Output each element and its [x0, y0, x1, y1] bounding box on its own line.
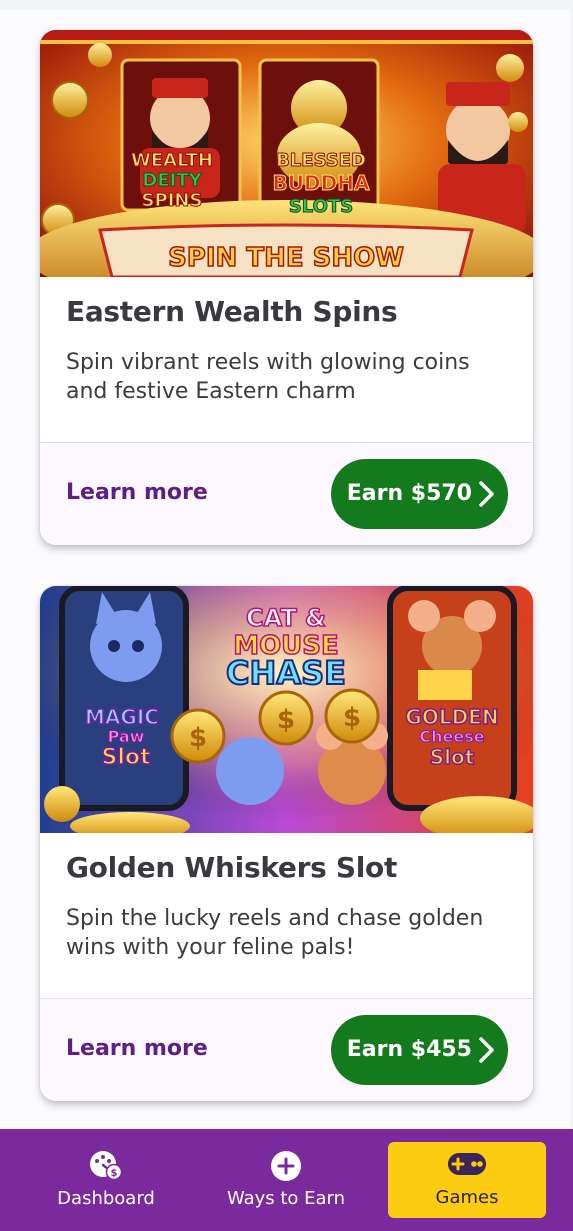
- bottom-nav: $ Dashboard Ways to Earn Games: [0, 1129, 573, 1231]
- learn-more-link[interactable]: Learn more: [66, 480, 208, 505]
- logo-text: SLOTS: [289, 196, 353, 217]
- game-description: Spin the lucky reels and chase golden wi…: [66, 906, 484, 960]
- game-title: Golden Whiskers Slot: [66, 851, 398, 884]
- nav-label: Dashboard: [57, 1188, 155, 1209]
- dashboard-gauge-icon: $: [90, 1151, 123, 1180]
- app-screen: WEALTH DEITY SPINS BLESSED BUDDHA SLOTS …: [0, 0, 573, 1231]
- logo-text: BUDDHA: [273, 171, 370, 195]
- logo-text: WEALTH: [131, 150, 213, 171]
- logo-text: GOLDEN: [405, 705, 498, 729]
- chevron-right-icon: [479, 481, 494, 507]
- game-description: Spin vibrant reels with glowing coins an…: [66, 350, 470, 404]
- earn-button-label: Earn $570: [346, 481, 472, 506]
- logo-text: Slot: [101, 745, 151, 770]
- game-title: Eastern Wealth Spins: [66, 295, 398, 328]
- slot-art-eastern-wealth: WEALTH DEITY SPINS BLESSED BUDDHA SLOTS …: [40, 30, 533, 277]
- nav-item-games[interactable]: Games: [388, 1142, 546, 1218]
- slot-art-golden-whiskers: $ $ $ CAT & MOUSE CHASE MAGIC Paw Slot G…: [40, 586, 533, 833]
- logo-text: Cheese: [419, 727, 484, 746]
- game-card-eastern-wealth[interactable]: WEALTH DEITY SPINS BLESSED BUDDHA SLOTS …: [40, 30, 533, 545]
- nav-item-dashboard[interactable]: $ Dashboard: [30, 1129, 182, 1231]
- earn-button[interactable]: Earn $455: [330, 1015, 508, 1085]
- earn-button-label: Earn $455: [346, 1037, 472, 1062]
- chevron-right-icon: [479, 1037, 494, 1063]
- logo-text: SPINS: [142, 190, 203, 211]
- logo-text: MAGIC: [85, 705, 159, 729]
- banner-text: SPIN THE SHOW: [168, 243, 404, 273]
- svg-text:$: $: [111, 1168, 118, 1179]
- game-card-golden-whiskers[interactable]: $ $ $ CAT & MOUSE CHASE MAGIC Paw Slot G…: [40, 586, 533, 1101]
- logo-text: CHASE: [226, 654, 346, 692]
- status-strip: [0, 0, 573, 10]
- svg-text:$: $: [343, 703, 361, 733]
- logo-text: Slot: [430, 745, 475, 769]
- svg-text:$: $: [277, 705, 295, 735]
- logo-text: DEITY: [142, 170, 202, 191]
- game-card-image[interactable]: $ $ $ CAT & MOUSE CHASE MAGIC Paw Slot G…: [40, 586, 533, 833]
- logo-text: BLESSED: [276, 150, 366, 171]
- logo-text: CAT &: [246, 604, 326, 632]
- card-footer: Learn more Earn $570: [40, 443, 533, 545]
- nav-label: Ways to Earn: [226, 1188, 346, 1209]
- svg-text:$: $: [189, 723, 207, 753]
- gamepad-icon: [448, 1153, 486, 1175]
- plus-circle-icon: [271, 1151, 301, 1181]
- learn-more-link[interactable]: Learn more: [66, 1036, 208, 1061]
- earn-button[interactable]: Earn $570: [330, 459, 508, 529]
- card-footer: Learn more Earn $455: [40, 999, 533, 1101]
- game-card-image[interactable]: WEALTH DEITY SPINS BLESSED BUDDHA SLOTS …: [40, 30, 533, 277]
- logo-text: Paw: [108, 727, 145, 746]
- nav-label: Games: [435, 1187, 499, 1208]
- nav-item-ways-to-earn[interactable]: Ways to Earn: [210, 1129, 362, 1231]
